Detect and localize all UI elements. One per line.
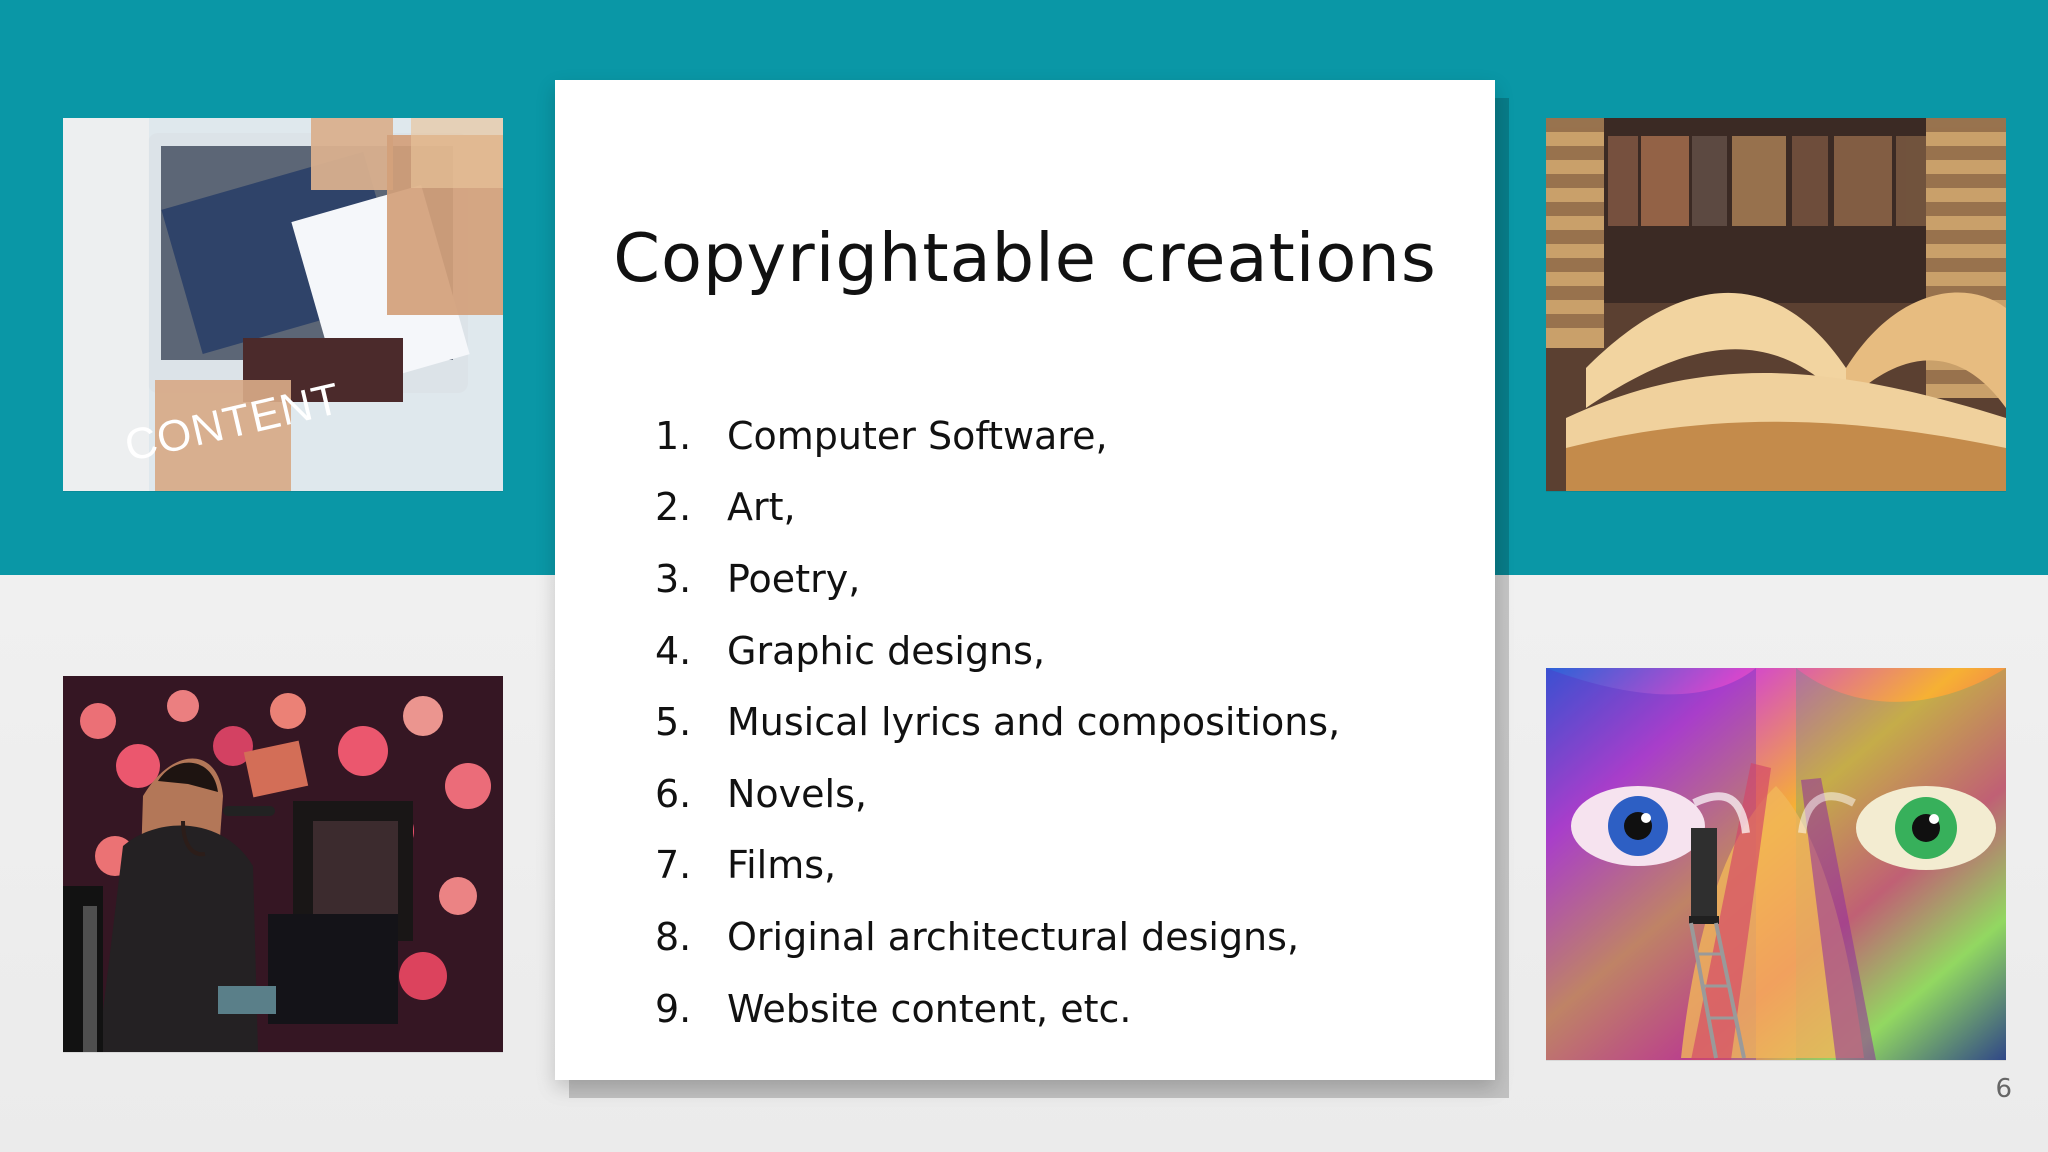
slide: CONTENT Copyrightable creations 1. Compu…: [0, 0, 2048, 1152]
list-text: Graphic designs,: [727, 628, 1046, 673]
painted-face-photo-icon: [1546, 668, 2006, 1060]
list-number: 7.: [655, 843, 692, 888]
singer-photo: [63, 676, 503, 1052]
list-number: 1.: [655, 413, 692, 458]
list-item: 3. Poetry,: [655, 543, 1415, 615]
list-number: 8.: [655, 914, 692, 959]
content-card: Copyrightable creations 1. Computer Soft…: [555, 80, 1495, 1080]
books-photo: [1546, 118, 2006, 491]
list-text: Musical lyrics and compositions,: [727, 700, 1341, 745]
list-text: Art,: [727, 485, 796, 530]
list-item: 2. Art,: [655, 472, 1415, 544]
list-number: 4.: [655, 628, 692, 673]
list-number: 3.: [655, 556, 692, 601]
page-number: 6: [1995, 1074, 2012, 1104]
list-text: Poetry,: [727, 556, 861, 601]
singer-photo-icon: [63, 676, 503, 1052]
list-item: 7. Films,: [655, 830, 1415, 902]
painted-face-photo: [1546, 668, 2006, 1060]
list-number: 2.: [655, 485, 692, 530]
list-text: Original architectural designs,: [727, 914, 1300, 959]
list-number: 5.: [655, 700, 692, 745]
list-item: 4. Graphic designs,: [655, 615, 1415, 687]
list-text: Films,: [727, 843, 837, 888]
list-text: Novels,: [727, 771, 867, 816]
list-item: 8. Original architectural designs,: [655, 901, 1415, 973]
list-item: 6. Novels,: [655, 758, 1415, 830]
books-photo-icon: [1546, 118, 2006, 491]
slide-title: Copyrightable creations: [613, 219, 1437, 297]
content-photo: CONTENT: [63, 118, 503, 491]
list-text: Website content, etc.: [727, 986, 1132, 1031]
list-text: Computer Software,: [727, 413, 1108, 458]
list-item: 5. Musical lyrics and compositions,: [655, 686, 1415, 758]
list-item: 1. Computer Software,: [655, 400, 1415, 472]
list-item: 9. Website content, etc.: [655, 973, 1415, 1045]
list-number: 6.: [655, 771, 692, 816]
copyright-list: 1. Computer Software, 2. Art, 3. Poetry,…: [655, 400, 1415, 1044]
list-number: 9.: [655, 986, 692, 1031]
